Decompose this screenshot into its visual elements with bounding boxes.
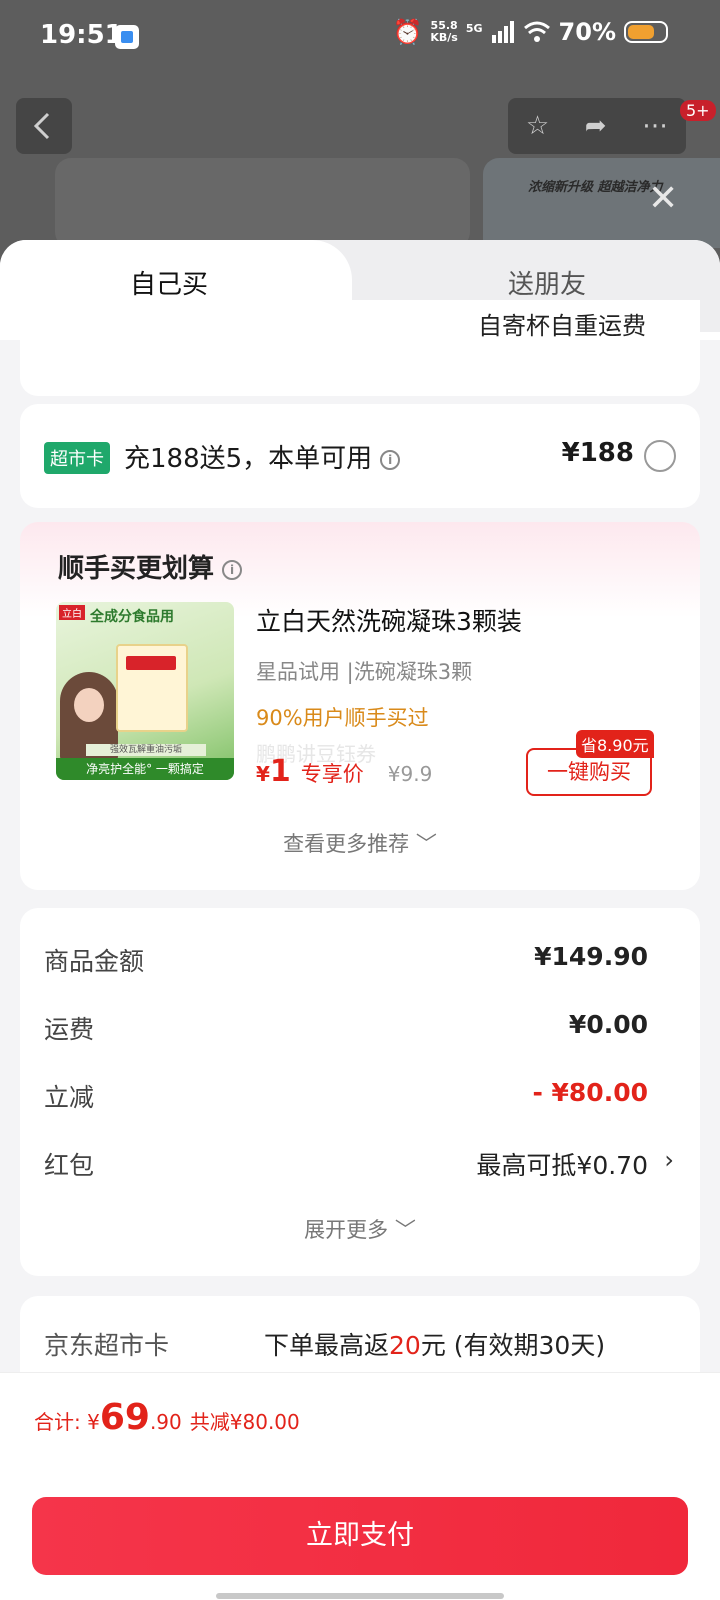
address-card: 自寄杯自重运费 [20,300,700,396]
tab-friend[interactable]: 送朋友 [508,264,586,301]
status-time: 19:51 [40,20,123,50]
favorite-star-icon[interactable]: ☆ [526,111,549,141]
original-price: ¥9.9 [387,762,433,786]
supermarket-card-radio[interactable] [644,440,676,472]
chevron-left-icon [33,112,50,140]
supermarket-card-price: ¥188 [561,438,634,468]
background-banner: 浓缩新升级 超越洁净力 [483,158,720,248]
alarm-icon: ⏰ [392,18,423,46]
summary-row-shipping: 运费 ¥0.00 [44,1010,648,1044]
more-icon[interactable]: ⋯ [642,111,668,141]
background-card [55,158,470,248]
total-reduced: 共减¥80.00 [189,1410,300,1434]
expand-more-link[interactable]: 展开更多 ﹀ [20,1214,700,1244]
save-badge: 省8.90元 [576,730,654,758]
info-icon[interactable]: i [222,559,243,580]
jd-card-value: 下单最高返20元 (有效期30天) [264,1331,606,1360]
info-icon[interactable]: i [380,449,401,470]
more-recommend-link[interactable]: 查看更多推荐 ﹀ [20,828,700,858]
back-button[interactable] [16,98,72,154]
net-speed: 55.8 KB/s [430,19,458,44]
supermarket-card-tag: 超市卡 [44,442,110,474]
order-total: 合计: ¥69.90 共减¥80.00 [34,1397,300,1438]
supermarket-card-offer[interactable]: 超市卡 充188送5，本单可用 i ¥188 [20,404,700,508]
top-actions: ☆ ➦ ⋯ [508,98,686,154]
supermarket-card-text: 充188送5，本单可用 i [124,438,401,475]
home-indicator[interactable] [216,1593,504,1599]
wifi-icon [523,21,550,42]
product-box [116,644,188,732]
product-price: ¥1 专享价 ¥9.9 [256,754,433,789]
status-icons: ⏰ 55.8 KB/s 5G 70% [392,18,668,46]
network-type: 5G [465,22,483,35]
battery-percent: 70% [558,18,616,46]
chevron-right-icon[interactable]: › [664,1146,674,1174]
summary-row-goods: 商品金额 ¥149.90 [44,942,648,976]
summary-row-discount: 立减 - ¥80.00 [44,1078,648,1112]
status-bar: 19:51 ⏰ 55.8 KB/s 5G 70% [0,0,720,76]
buyers-hint: 90%用户顺手买过 [256,706,429,730]
recommend-title: 顺手买更划算 i [58,548,243,585]
signal-icon [491,21,514,43]
jd-card-label: 京东超市卡 [44,1331,170,1360]
product-subtitle: 星品试用 |洗碗凝珠3颗 [256,660,473,684]
share-icon[interactable]: ➦ [585,111,607,141]
app-notification-icon [115,25,139,49]
price-summary-card: 商品金额 ¥149.90 运费 ¥0.00 立减 - ¥80.00 红包 最高可… [20,908,700,1276]
close-icon[interactable]: ✕ [648,178,678,219]
product-name[interactable]: 立白天然洗碗凝珠3颗装 [256,602,522,638]
tab-self[interactable]: 自己买 [130,264,208,301]
pay-now-button[interactable]: 立即支付 [32,1497,688,1575]
recommend-card: 顺手买更划算 i 立白 全成分食品用 强效瓦解重油污垢 净亮护全能° 一颗搞定 立… [20,522,700,890]
summary-row-red-packet[interactable]: 红包 最高可抵¥0.70 [44,1146,648,1182]
battery-icon [624,21,668,43]
clipped-text: 自寄杯自重运费 [478,312,646,340]
product-image[interactable]: 立白 全成分食品用 强效瓦解重油污垢 净亮护全能° 一颗搞定 [56,602,234,780]
checkout-bar: 合计: ¥69.90 共减¥80.00 立即支付 [0,1372,720,1600]
brand-logo: 立白 [59,605,85,620]
message-count-badge: 5+ [680,100,716,121]
